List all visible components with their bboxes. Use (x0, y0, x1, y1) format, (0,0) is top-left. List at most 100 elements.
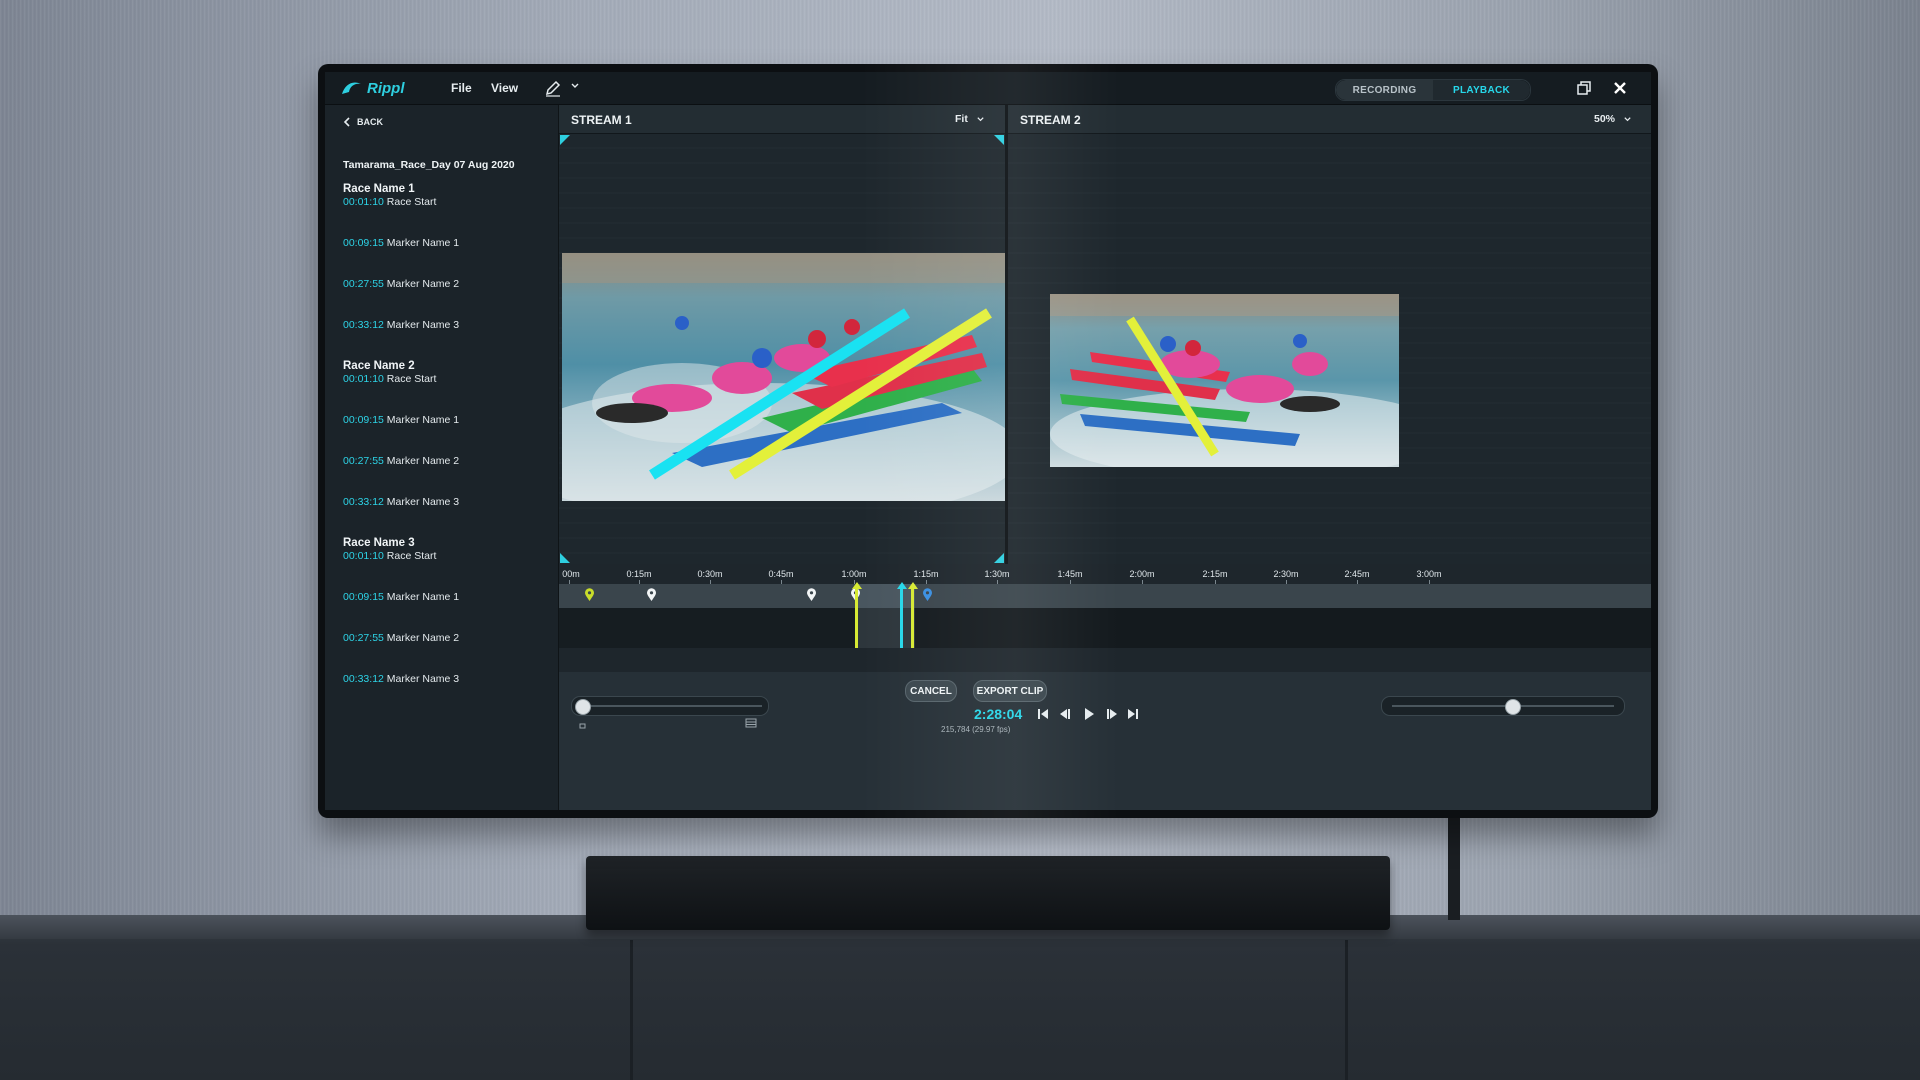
clip-segment[interactable] (647, 608, 808, 648)
top-bar: Rippl File View RECORDING PLAYBACK (325, 72, 1651, 105)
stream-1-zoom-select[interactable]: Fit (955, 113, 985, 125)
marker-label: Marker Name 3 (386, 319, 460, 331)
crop-corner-icon[interactable] (993, 134, 1005, 146)
tv-stand-pole (1448, 810, 1460, 920)
stream-2-viewport[interactable] (1008, 134, 1651, 564)
recording-tab[interactable]: RECORDING (1336, 80, 1433, 100)
marker-item[interactable]: 00:09:15 Marker Name 1 (343, 590, 543, 604)
marker-label: Marker Name 3 (386, 496, 460, 508)
tick-label: 1:00m (841, 569, 867, 579)
race-group: Race Name 2 00:01:10 Race Start 00:09:15… (343, 360, 543, 509)
app-screen: Rippl File View RECORDING PLAYBACK BACK … (325, 72, 1651, 810)
marker-item[interactable]: 00:33:12 Marker Name 3 (343, 495, 543, 509)
marker-time: 00:27:55 (343, 455, 384, 467)
marker-item[interactable]: 00:01:10 Race Start (343, 195, 543, 209)
slider-knob[interactable] (1505, 699, 1521, 715)
crop-corner-icon[interactable] (559, 134, 571, 146)
cabinet-seam (630, 940, 633, 1080)
stream-1-title: STREAM 1 (571, 113, 632, 127)
back-chevron-icon (343, 117, 350, 127)
frame-info: 215,784 (29.97 fps) (941, 725, 1011, 734)
slider-track-line (1392, 705, 1614, 707)
marker-label: Marker Name 2 (386, 632, 460, 644)
marker-label: Marker Name 2 (386, 455, 460, 467)
skip-end-icon[interactable] (1125, 706, 1141, 722)
clip-start-handle[interactable] (855, 588, 858, 648)
race-list: Race Name 1 00:01:10 Race Start 00:09:15… (343, 183, 543, 698)
pencil-icon[interactable] (543, 78, 563, 98)
marker-item[interactable]: 00:01:10 Race Start (343, 372, 543, 386)
volume-slider[interactable] (1381, 696, 1625, 716)
mode-toggle: RECORDING PLAYBACK (1335, 79, 1531, 101)
playhead[interactable] (900, 588, 903, 648)
tick-label: 0:45m (768, 569, 794, 579)
stream-1-viewport[interactable] (559, 134, 1005, 564)
timeline[interactable]: 00m 0:15m 0:30m 0:45m 1:00m 1:15m 1:30m … (559, 564, 1651, 672)
marker-label: Marker Name 1 (386, 414, 460, 426)
current-timecode: 2:28:04 (974, 706, 1023, 722)
tick-label: 2:30m (1273, 569, 1299, 579)
crop-corner-icon[interactable] (559, 552, 571, 564)
back-label: BACK (357, 117, 383, 127)
clip-segment[interactable] (559, 608, 648, 648)
cabinet-seam (1345, 940, 1348, 1080)
zoom-out-icon[interactable] (577, 720, 589, 730)
export-clip-button[interactable]: EXPORT CLIP (973, 680, 1047, 702)
clip-selection-range[interactable] (857, 584, 915, 648)
cancel-button[interactable]: CANCEL (905, 680, 957, 702)
marker-time: 00:33:12 (343, 319, 384, 331)
timeline-ruler[interactable]: 00m 0:15m 0:30m 0:45m 1:00m 1:15m 1:30m … (559, 564, 1651, 584)
race-name[interactable]: Race Name 3 (343, 537, 543, 549)
clip-segment[interactable] (807, 608, 858, 648)
marker-item[interactable]: 00:33:12 Marker Name 3 (343, 672, 543, 686)
zoom-in-icon[interactable] (745, 718, 757, 728)
race-sidebar: BACK Tamarama_Race_Day 07 Aug 2020 Race … (325, 105, 559, 810)
playback-tab[interactable]: PLAYBACK (1433, 80, 1530, 100)
wave-logo-icon (342, 82, 361, 94)
marker-time: 00:33:12 (343, 673, 384, 685)
back-button[interactable]: BACK (343, 117, 383, 127)
clip-end-handle[interactable] (911, 588, 914, 648)
slider-knob[interactable] (575, 699, 591, 715)
step-forward-icon[interactable] (1104, 706, 1120, 722)
close-icon[interactable] (1611, 79, 1629, 97)
map-pin-icon[interactable] (806, 588, 817, 602)
marker-item[interactable]: 00:33:12 Marker Name 3 (343, 318, 543, 332)
marker-item[interactable]: 00:27:55 Marker Name 2 (343, 454, 543, 468)
chevron-down-icon[interactable] (569, 80, 581, 92)
marker-item[interactable]: 00:01:10 Race Start (343, 549, 543, 563)
marker-item[interactable]: 00:09:15 Marker Name 1 (343, 413, 543, 427)
menu-file[interactable]: File (451, 81, 472, 95)
soundbar (586, 856, 1390, 930)
map-pin-icon[interactable] (584, 588, 595, 602)
playback-controls: CANCEL EXPORT CLIP 2:28:04 215,784 (29.9… (559, 672, 1651, 810)
marker-track[interactable] (559, 584, 1651, 608)
stream-2-zoom-select[interactable]: 50% (1594, 113, 1632, 125)
stream-2-title: STREAM 2 (1020, 113, 1081, 127)
map-pin-icon[interactable] (646, 588, 657, 602)
play-icon[interactable] (1081, 706, 1097, 722)
restore-window-icon[interactable] (1575, 79, 1593, 97)
marker-item[interactable]: 00:27:55 Marker Name 2 (343, 277, 543, 291)
tick-label: 3:00m (1416, 569, 1442, 579)
marker-time: 00:09:15 (343, 414, 384, 426)
marker-label: Marker Name 2 (386, 278, 460, 290)
race-name[interactable]: Race Name 1 (343, 183, 543, 195)
marker-item[interactable]: 00:09:15 Marker Name 1 (343, 236, 543, 250)
menu-view[interactable]: View (491, 81, 518, 95)
marker-item[interactable]: 00:27:55 Marker Name 2 (343, 631, 543, 645)
skip-start-icon[interactable] (1035, 706, 1051, 722)
race-name[interactable]: Race Name 2 (343, 360, 543, 372)
map-pin-icon[interactable] (922, 588, 933, 602)
marker-time: 00:33:12 (343, 496, 384, 508)
marker-time: 00:27:55 (343, 278, 384, 290)
tick-label: 2:45m (1344, 569, 1370, 579)
clip-track[interactable] (559, 608, 1651, 648)
tick-label: 0:15m (626, 569, 652, 579)
crop-corner-icon[interactable] (993, 552, 1005, 564)
marker-label: Marker Name 3 (386, 673, 460, 685)
step-back-icon[interactable] (1057, 706, 1073, 722)
marker-label: Marker Name 1 (386, 591, 460, 603)
timeline-zoom-slider[interactable] (571, 696, 769, 716)
tick-label: 2:00m (1129, 569, 1155, 579)
